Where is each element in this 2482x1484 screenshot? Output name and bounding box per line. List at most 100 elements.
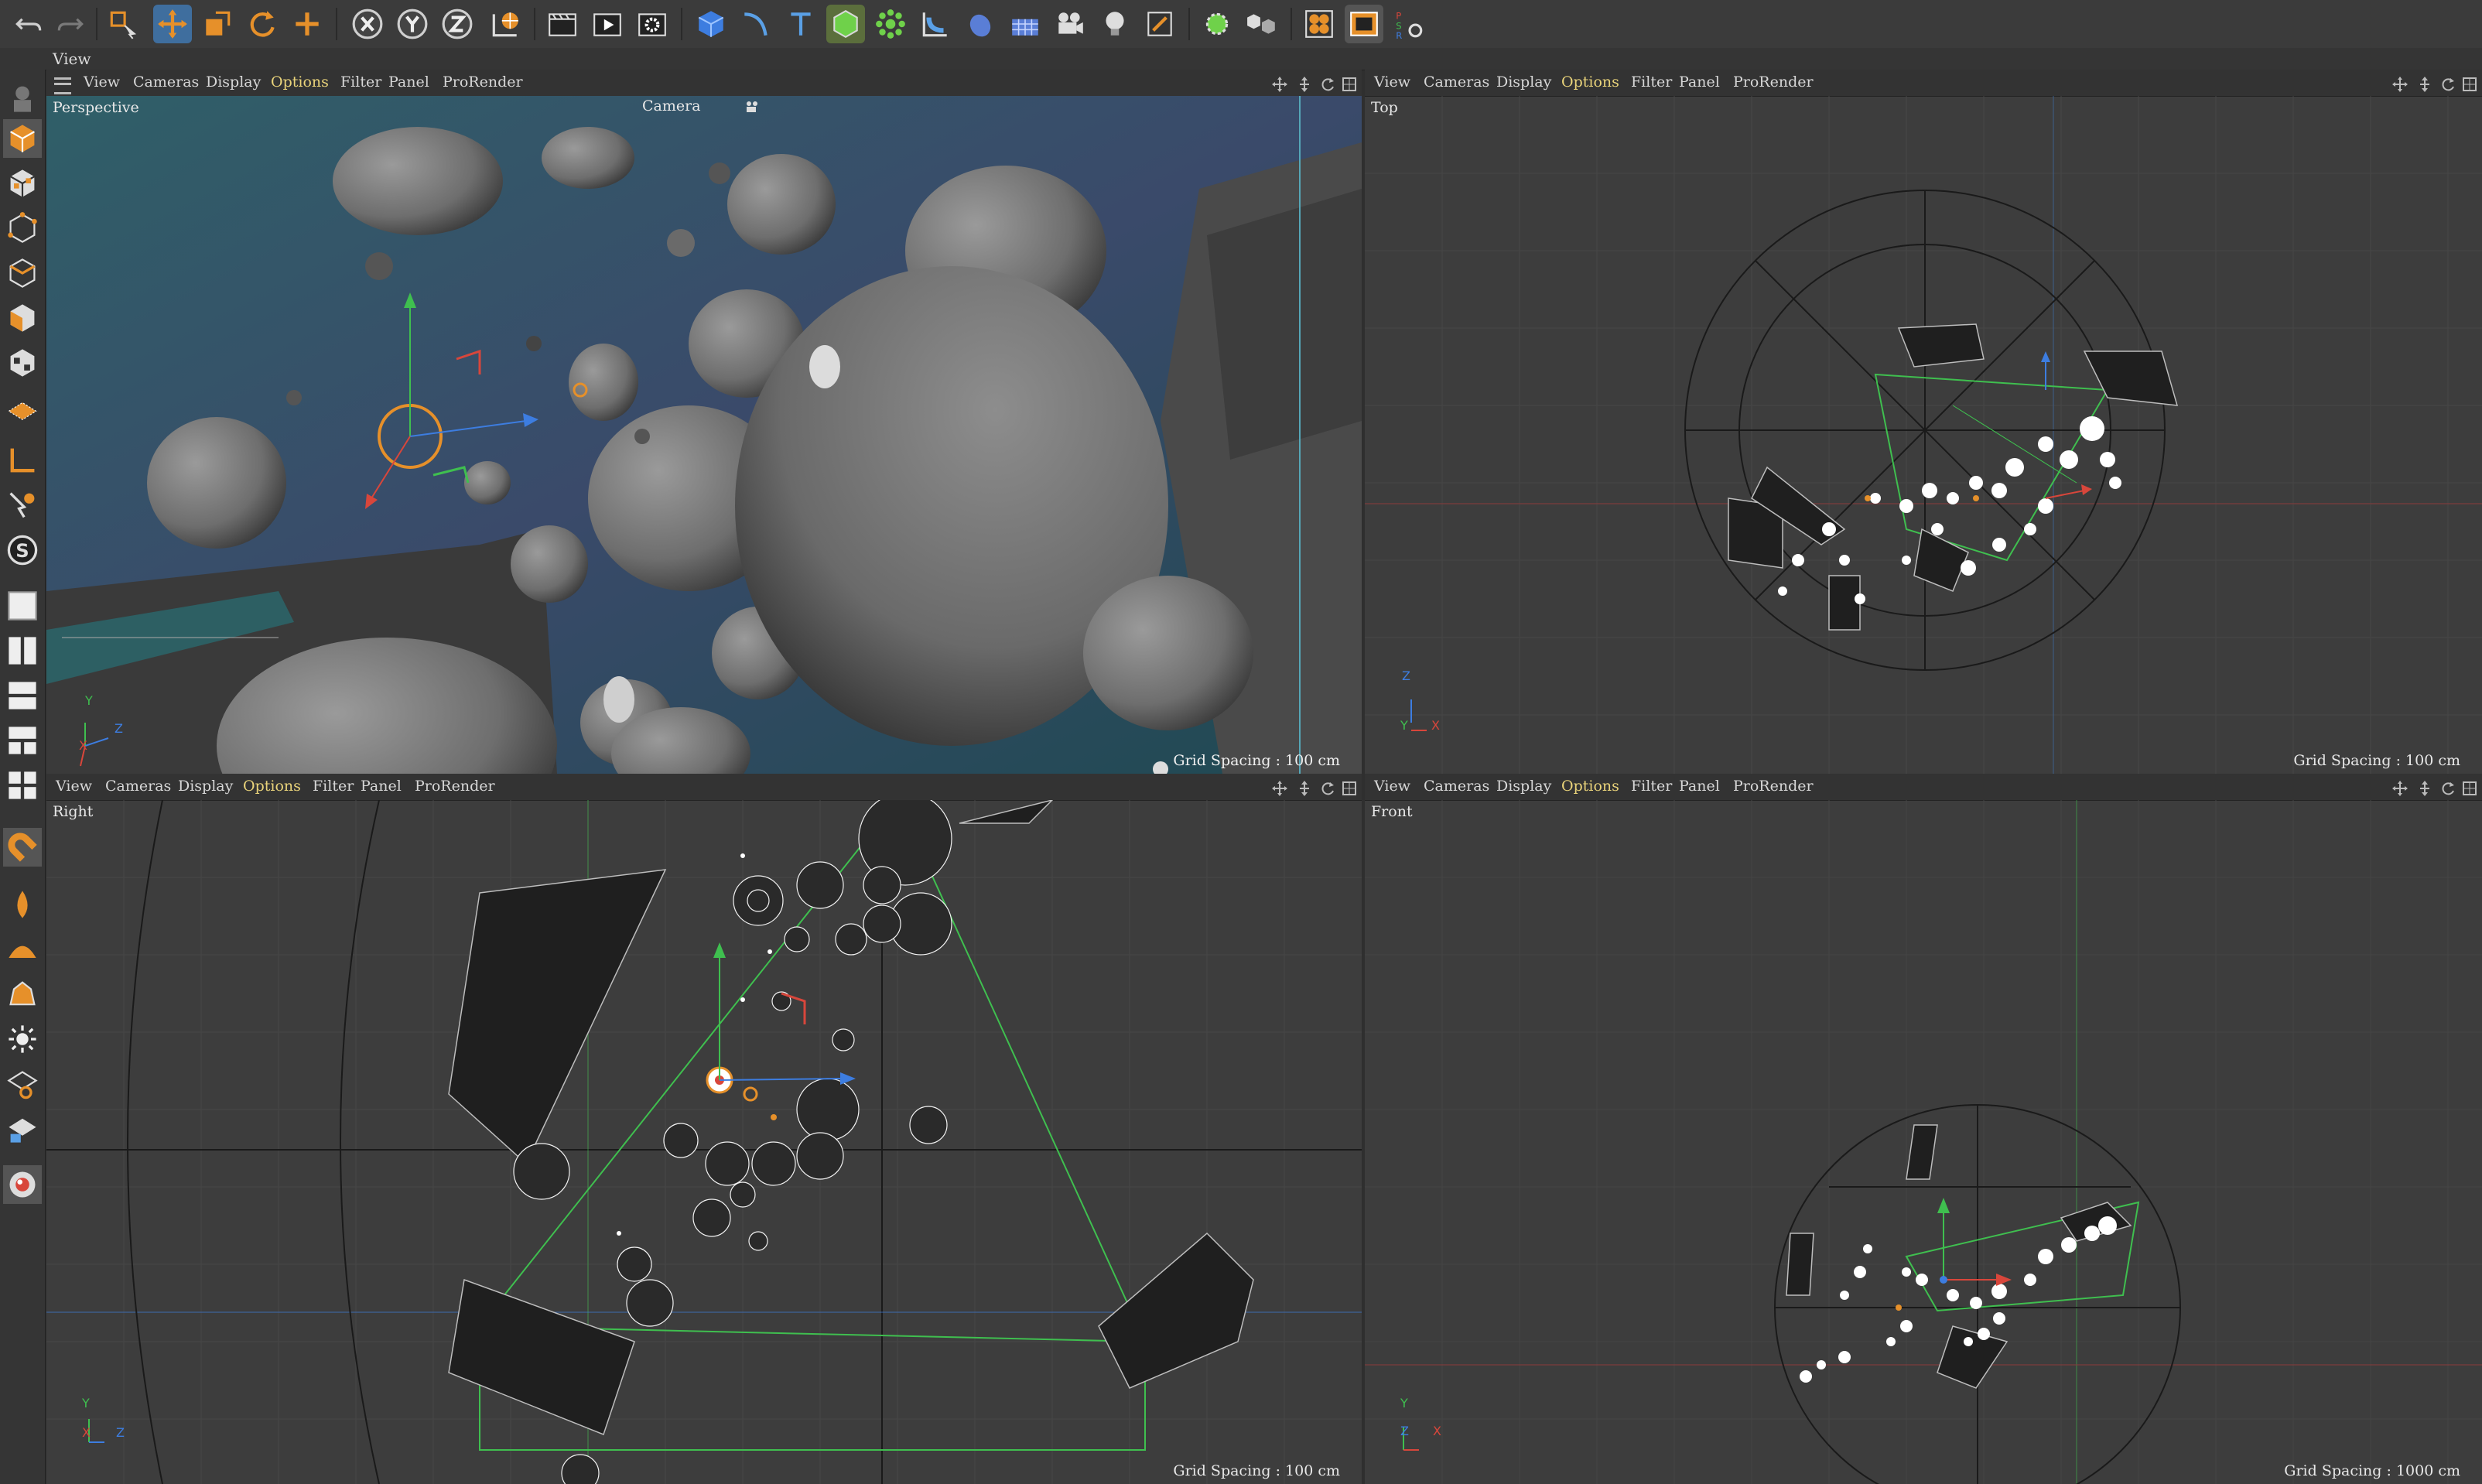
front-viewport[interactable]: Front Y Z X Grid Spacing : 1000 cm [1365,800,2482,1484]
menu-view[interactable]: View [56,778,92,795]
menu-cameras[interactable]: Cameras [133,74,199,91]
pan-view-icon[interactable] [2392,781,2408,796]
material-icon[interactable] [3,1165,42,1204]
camera-icon[interactable] [1051,5,1089,43]
y-axis-lock-icon[interactable] [393,5,432,43]
spline-pen-icon[interactable] [737,5,775,43]
light-icon[interactable] [1096,5,1134,43]
menu-filter[interactable]: Filter [340,74,381,91]
render-view-icon[interactable] [543,5,582,43]
magnet-icon[interactable] [3,828,42,867]
maximize-view-icon[interactable] [1342,77,1357,92]
menu-display[interactable]: Display [178,778,233,795]
menu-options[interactable]: Options [1561,778,1619,795]
right-viewport[interactable]: Right Y X Z Grid Spacing : 100 cm [46,800,1362,1484]
view-menu[interactable]: View [53,50,91,68]
menu-cameras[interactable]: Cameras [1424,778,1489,795]
layout-single-icon[interactable] [3,586,42,625]
z-axis-lock-icon[interactable] [438,5,477,43]
camera-label[interactable]: Camera [642,97,701,115]
hamburger-menu-icon[interactable] [54,77,71,94]
menu-options[interactable]: Options [1561,74,1619,91]
menu-prorender[interactable]: ProRender [443,74,523,91]
pan-view-icon[interactable] [2392,77,2408,92]
menu-prorender[interactable]: ProRender [415,778,495,795]
polygons-mode-icon[interactable] [3,299,42,337]
undo-icon[interactable] [9,5,48,43]
menu-prorender[interactable]: ProRender [1733,778,1814,795]
move-icon[interactable] [153,5,192,43]
layout-two-columns-icon[interactable] [3,631,42,670]
perspective-viewport[interactable]: Perspective Camera Y Z X Grid Spacing : … [46,96,1362,774]
points-mode-icon[interactable] [3,209,42,248]
live-selection-icon[interactable] [104,5,142,43]
model-mode-icon[interactable] [3,119,42,158]
floor-icon[interactable] [1006,5,1044,43]
tag-icon[interactable] [1140,5,1179,43]
maximize-view-icon[interactable] [2462,781,2477,796]
text-icon[interactable] [781,5,820,43]
menu-filter[interactable]: Filter [1631,74,1672,91]
menu-view[interactable]: View [84,74,120,91]
rotate-view-icon[interactable] [2440,781,2456,796]
menu-panel[interactable]: Panel [361,778,402,795]
menu-display[interactable]: Display [1496,778,1551,795]
menu-display[interactable]: Display [206,74,261,91]
bend-deformer-icon[interactable] [916,5,955,43]
zoom-view-icon[interactable] [2417,781,2432,796]
mograph-icon[interactable] [1243,5,1281,43]
menu-display[interactable]: Display [1496,74,1551,91]
texture-mode-icon[interactable] [3,164,42,203]
make-editable-icon[interactable] [3,79,42,118]
menu-cameras[interactable]: Cameras [1424,74,1489,91]
layout-four-icon[interactable] [3,766,42,805]
rotate-view-icon[interactable] [1320,781,1335,796]
zoom-view-icon[interactable] [1297,77,1312,92]
add-icon[interactable] [288,5,326,43]
layout-two-rows-icon[interactable] [3,676,42,715]
zoom-view-icon[interactable] [1297,781,1312,796]
tweak-mode-icon[interactable] [3,486,42,525]
pan-view-icon[interactable] [1272,77,1287,92]
menu-options[interactable]: Options [243,778,301,795]
menu-panel[interactable]: Panel [388,74,429,91]
lock-plane-icon[interactable] [3,1110,42,1148]
prorender-icon[interactable] [1345,5,1383,43]
inflate-brush-icon[interactable] [3,975,42,1014]
psr-reset-icon[interactable]: PSR [1390,5,1428,43]
maximize-view-icon[interactable] [1342,781,1357,796]
menu-prorender[interactable]: ProRender [1733,74,1814,91]
redo-icon[interactable] [51,5,90,43]
scale-icon[interactable] [198,5,237,43]
edges-mode-icon[interactable] [3,254,42,292]
brush-icon[interactable] [3,885,42,924]
cube-icon[interactable] [692,5,730,43]
sun-light-icon[interactable] [3,1020,42,1058]
menu-cameras[interactable]: Cameras [105,778,171,795]
world-coordinates-icon[interactable] [486,5,525,43]
menu-view[interactable]: View [1374,778,1410,795]
menu-filter[interactable]: Filter [1631,778,1672,795]
environment-icon[interactable] [961,5,1000,43]
rig-icon[interactable] [3,1065,42,1103]
render-picture-viewer-icon[interactable] [588,5,627,43]
menu-options[interactable]: Options [271,74,329,91]
rotate-view-icon[interactable] [1320,77,1335,92]
menu-view[interactable]: View [1374,74,1410,91]
x-axis-lock-icon[interactable] [348,5,387,43]
rotate-icon[interactable] [243,5,282,43]
menu-panel[interactable]: Panel [1679,778,1720,795]
xpresso-icon[interactable] [1198,5,1236,43]
array-icon[interactable] [871,5,910,43]
workplane-icon[interactable] [3,388,42,427]
maximize-view-icon[interactable] [2462,77,2477,92]
snapping-icon[interactable]: S [3,531,42,569]
render-settings-icon[interactable] [633,5,672,43]
zoom-view-icon[interactable] [2417,77,2432,92]
camera-toggle-icon[interactable] [744,99,760,115]
rotate-view-icon[interactable] [2440,77,2456,92]
menu-filter[interactable]: Filter [313,778,354,795]
axis-mode-icon[interactable] [3,441,42,480]
plugin-icon[interactable] [1300,5,1338,43]
menu-panel[interactable]: Panel [1679,74,1720,91]
